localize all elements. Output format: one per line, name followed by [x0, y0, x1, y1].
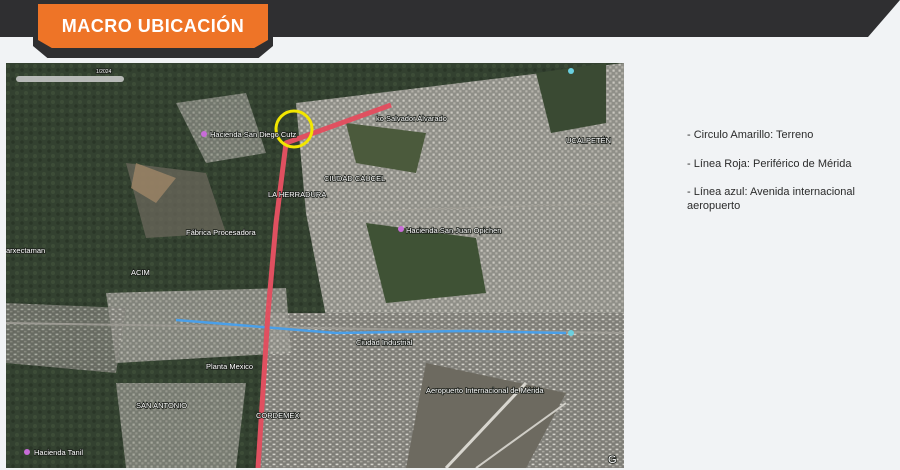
label-san-diego: Hacienda San Diego Cutz [210, 130, 297, 139]
map-date-label: 1/2024 [96, 69, 112, 75]
legend-item-blue-line: - Línea azul: Avenida internacional aero… [687, 185, 887, 213]
map-scale-bar [16, 76, 124, 82]
satellite-map: 1/2024 Hacienda San Diego Cutz ko Salvad… [6, 63, 624, 468]
map-legend: - Circulo Amarillo: Terreno - Línea Roja… [687, 128, 887, 228]
place-marker-icon [24, 449, 30, 455]
label-carxectaman: arxectaman [6, 246, 45, 255]
label-hacienda-tanil: Hacienda Tanil [34, 448, 83, 457]
place-marker-icon [201, 131, 207, 137]
label-cordemex: CORDEMEX [256, 411, 299, 420]
label-mexico: Planta Mexico [206, 362, 253, 371]
label-san-antonio: SAN ANTONIO [136, 401, 187, 410]
legend-item-red-line: - Línea Roja: Periférico de Mérida [687, 158, 852, 170]
google-watermark: G [608, 454, 617, 466]
urban-area-far-west [6, 303, 126, 373]
label-aeropuerto: Aeropuerto Internacional de Mérida [426, 386, 544, 395]
place-marker-icon [568, 330, 574, 336]
legend-item-blue-line-text: - Línea azul: Avenida internacional [687, 186, 855, 198]
label-ciudad-caucel: CIUDAD CAUCEL [324, 174, 385, 183]
label-industrial: Ciudad Industrial [356, 338, 413, 347]
title-badge: MACRO UBICACIÓN [38, 4, 268, 48]
label-fabrica: Fábrica Procesadora [186, 228, 256, 237]
label-ucalpeten: UCALPETÉN [566, 136, 611, 145]
label-san-juan: Hacienda San Juan Opichen [406, 226, 501, 235]
place-marker-icon [398, 226, 404, 232]
page-title: MACRO UBICACIÓN [61, 15, 245, 36]
label-caucel: ko Salvador Alvarado [376, 114, 447, 123]
legend-item-yellow-circle: - Circulo Amarillo: Terreno [687, 129, 814, 141]
label-acim: ACIM [131, 268, 150, 277]
urban-area-southwest [116, 383, 246, 468]
label-la-herradura: LA HERRADURA [268, 190, 326, 199]
place-marker-icon [568, 68, 574, 74]
legend-item-blue-line-text-2: aeropuerto [687, 200, 741, 212]
